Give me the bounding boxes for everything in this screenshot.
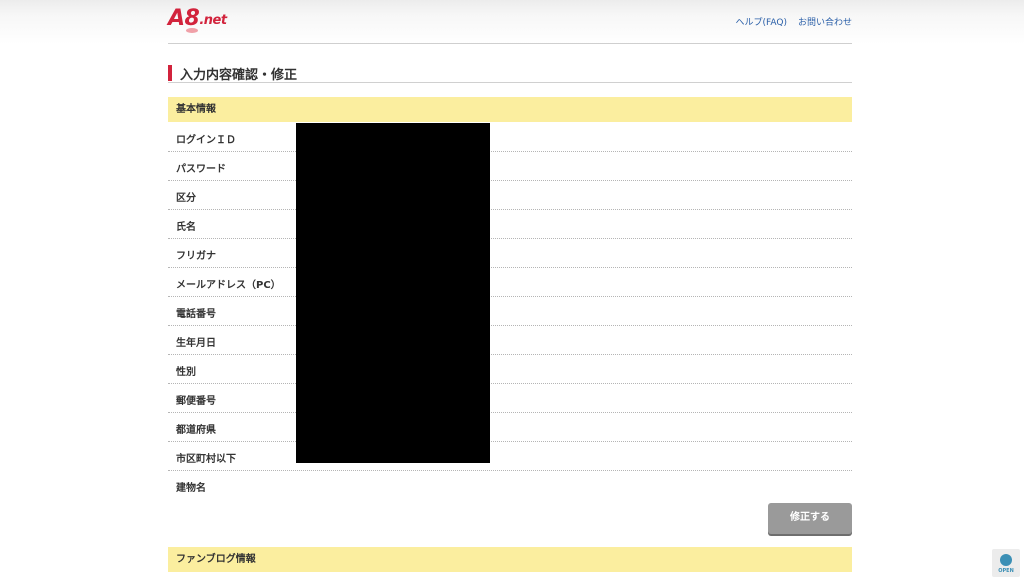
corner-open-widget[interactable]: OPEN [992, 549, 1020, 577]
table-row: 都道府県 [168, 413, 852, 442]
table-row: フリガナ [168, 239, 852, 268]
table-row: パスワード [168, 152, 852, 181]
field-label-city: 市区町村以下 [176, 454, 236, 465]
field-label-prefecture: 都道府県 [176, 425, 216, 436]
table-row: 郵便番号 [168, 384, 852, 413]
basic-info-table: ログインＩＤ パスワード 区分 氏名 フリガナ メールアドレス（PC） 電話番号… [168, 123, 852, 500]
a8net-logo[interactable]: A8.net [168, 6, 228, 36]
fan-blog-heading: ファンブログ情報 [168, 547, 852, 572]
basic-info-heading: 基本情報 [168, 97, 852, 122]
table-row: メールアドレス（PC） [168, 268, 852, 297]
field-label-phone: 電話番号 [176, 309, 216, 320]
field-label-name: 氏名 [176, 222, 196, 233]
redacted-values-block [296, 123, 490, 463]
table-row: 電話番号 [168, 297, 852, 326]
header-links: ヘルプ(FAQ) お問い合わせ [736, 15, 852, 28]
logo-main-text: A8 [168, 6, 200, 31]
page-title-text: 入力内容確認・修正 [180, 68, 298, 83]
edit-button[interactable]: 修正する [768, 503, 852, 534]
logo-swoosh-icon [186, 28, 198, 33]
table-row: 生年月日 [168, 326, 852, 355]
logo-sub-text: .net [199, 13, 227, 28]
field-label-email-pc: メールアドレス（PC） [176, 280, 281, 291]
field-label-password: パスワード [176, 164, 226, 175]
top-header: A8.net ヘルプ(FAQ) お問い合わせ [0, 0, 1024, 44]
table-row: 建物名 [168, 471, 852, 500]
field-label-login-id: ログインＩＤ [176, 135, 236, 146]
table-row: ログインＩＤ [168, 123, 852, 152]
page-title: 入力内容確認・修正 [168, 64, 852, 83]
contact-link[interactable]: お問い合わせ [798, 15, 852, 28]
table-row: 市区町村以下 [168, 442, 852, 471]
title-accent-bar [168, 65, 172, 81]
corner-widget-label: OPEN [998, 568, 1014, 574]
header-divider [168, 43, 852, 44]
table-row: 性別 [168, 355, 852, 384]
field-label-gender: 性別 [176, 367, 196, 378]
table-row: 区分 [168, 181, 852, 210]
globe-icon [1000, 554, 1012, 566]
field-label-category: 区分 [176, 193, 196, 204]
table-row: 氏名 [168, 210, 852, 239]
field-label-birthdate: 生年月日 [176, 338, 216, 349]
field-label-furigana: フリガナ [176, 251, 216, 262]
logo-wordmark: A8.net [168, 6, 227, 31]
field-label-postal-code: 郵便番号 [176, 396, 216, 407]
field-label-building: 建物名 [176, 483, 206, 494]
help-faq-link[interactable]: ヘルプ(FAQ) [736, 15, 787, 28]
